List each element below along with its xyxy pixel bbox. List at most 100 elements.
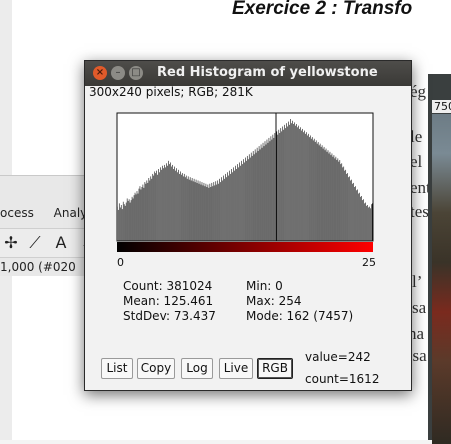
histogram-bar xyxy=(369,206,370,241)
list-button[interactable]: List xyxy=(101,358,133,379)
histogram-bar xyxy=(239,162,240,241)
histogram-bar xyxy=(304,130,305,241)
histogram-bar xyxy=(290,119,291,241)
histogram-bar xyxy=(245,157,246,241)
histogram-bar xyxy=(121,209,123,241)
histogram-bar xyxy=(118,203,120,241)
histogram-bar xyxy=(271,139,273,241)
histogram-bar xyxy=(128,199,130,241)
close-icon[interactable]: × xyxy=(93,66,107,80)
histogram-bar xyxy=(236,169,237,241)
histogram-bar xyxy=(155,173,156,241)
histogram-bar xyxy=(257,151,259,241)
histogram-bar xyxy=(179,173,180,241)
histogram-bar xyxy=(235,165,236,241)
histogram-bar xyxy=(338,161,340,241)
histogram-bar xyxy=(221,177,222,241)
histogram-bar xyxy=(315,140,317,241)
histogram-bar xyxy=(163,168,164,241)
histogram-bar xyxy=(312,140,314,241)
histogram-bar xyxy=(365,202,366,241)
histogram-bar xyxy=(341,163,343,241)
histogram-bar xyxy=(267,142,269,241)
histogram-bar xyxy=(284,124,285,241)
histogram-bar xyxy=(274,133,276,241)
histogram-bar xyxy=(352,183,353,241)
histogram-bar xyxy=(331,153,333,241)
histogram-bar xyxy=(320,146,322,241)
histogram-bar xyxy=(244,162,245,241)
histogram-bar xyxy=(270,136,272,241)
histogram-bar xyxy=(196,182,198,241)
histogram-bar xyxy=(313,138,315,241)
text-tool-icon[interactable]: A xyxy=(50,232,72,254)
histogram-bar xyxy=(310,138,312,241)
histogram-bar xyxy=(184,177,186,241)
histogram-bar xyxy=(126,198,128,241)
histogram-bar xyxy=(145,183,147,241)
log-button[interactable]: Log xyxy=(181,358,213,379)
histogram-bar xyxy=(211,182,213,241)
histogram-bar xyxy=(305,133,306,241)
histogram-bar xyxy=(371,204,372,241)
histogram-bar xyxy=(123,204,125,241)
histogram-bar xyxy=(327,150,329,241)
histogram-bar xyxy=(142,184,144,241)
histogram-bar xyxy=(191,178,193,241)
live-button[interactable]: Live xyxy=(219,358,253,379)
histogram-bar xyxy=(143,187,145,241)
histogram-bar xyxy=(194,182,196,241)
histogram-bar xyxy=(125,202,127,241)
histogram-plot[interactable]: 0 255 xyxy=(115,111,383,271)
histogram-bar xyxy=(168,160,169,241)
histogram-bar xyxy=(293,124,294,241)
histogram-bar xyxy=(358,193,359,241)
histogram-bar xyxy=(148,178,150,241)
count-readout: count=1612 xyxy=(305,372,380,386)
histogram-bar xyxy=(355,186,356,241)
maximize-icon[interactable]: □ xyxy=(129,66,143,80)
histogram-bar xyxy=(202,185,204,241)
histogram-bar xyxy=(316,143,318,241)
histogram-bar xyxy=(167,165,168,241)
histogram-bar xyxy=(334,158,336,241)
histogram-bar xyxy=(354,187,355,241)
line-tool-icon[interactable]: ⟋ xyxy=(24,232,46,254)
histogram-bar xyxy=(268,137,270,241)
stat-max: Max: 254 xyxy=(246,294,302,308)
histogram-bar xyxy=(214,185,216,241)
histogram-bar xyxy=(366,205,367,241)
wand-selection-icon[interactable]: ✢ xyxy=(0,232,22,254)
histogram-bar xyxy=(332,156,334,241)
rgb-button[interactable]: RGB xyxy=(257,358,293,379)
image-window: 750 xyxy=(428,74,451,444)
histogram-bar xyxy=(362,200,363,241)
menu-process[interactable]: ocess xyxy=(0,206,34,220)
histogram-bar xyxy=(164,164,165,241)
histogram-bar xyxy=(203,182,205,241)
histogram-bar xyxy=(372,203,373,241)
histogram-bar xyxy=(242,164,243,241)
image-canvas[interactable] xyxy=(432,114,451,444)
histogram-bar xyxy=(159,172,160,241)
histogram-bar xyxy=(219,178,220,241)
histogram-bar xyxy=(299,128,300,241)
histogram-bar xyxy=(197,180,199,241)
histogram-bar xyxy=(136,191,138,241)
histogram-bar xyxy=(282,126,284,241)
menu-analyze[interactable]: Analy xyxy=(54,206,88,220)
histogram-bar xyxy=(201,182,203,241)
histogram-bar xyxy=(153,175,155,241)
histogram-bar xyxy=(347,173,348,241)
histogram-titlebar[interactable]: × – □ Red Histogram of yellowstone xyxy=(85,61,411,86)
minimize-icon[interactable]: – xyxy=(111,66,125,80)
histogram-bar xyxy=(277,134,279,241)
copy-button[interactable]: Copy xyxy=(137,358,175,379)
histogram-bar xyxy=(122,201,124,241)
histogram-bar xyxy=(230,173,231,241)
histogram-bar xyxy=(177,172,178,241)
histogram-bar xyxy=(255,152,257,241)
histogram-bar xyxy=(181,173,183,241)
stat-min: Min: 0 xyxy=(246,279,283,293)
histogram-bar xyxy=(328,153,330,241)
